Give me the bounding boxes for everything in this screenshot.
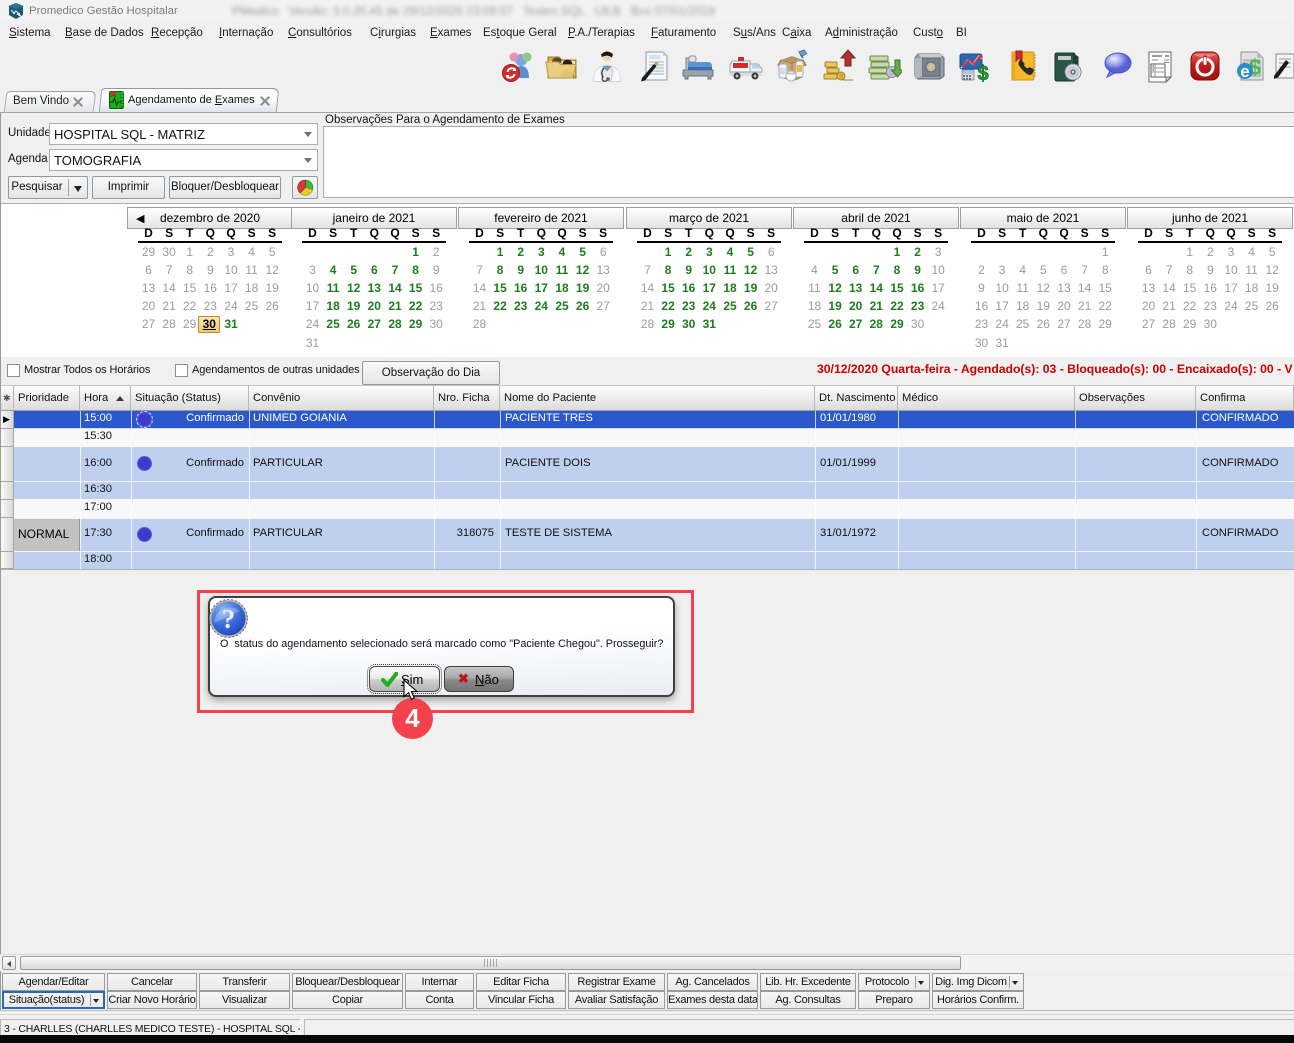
svg-text:$: $ xyxy=(977,63,988,84)
svg-text:e: e xyxy=(1240,62,1249,81)
